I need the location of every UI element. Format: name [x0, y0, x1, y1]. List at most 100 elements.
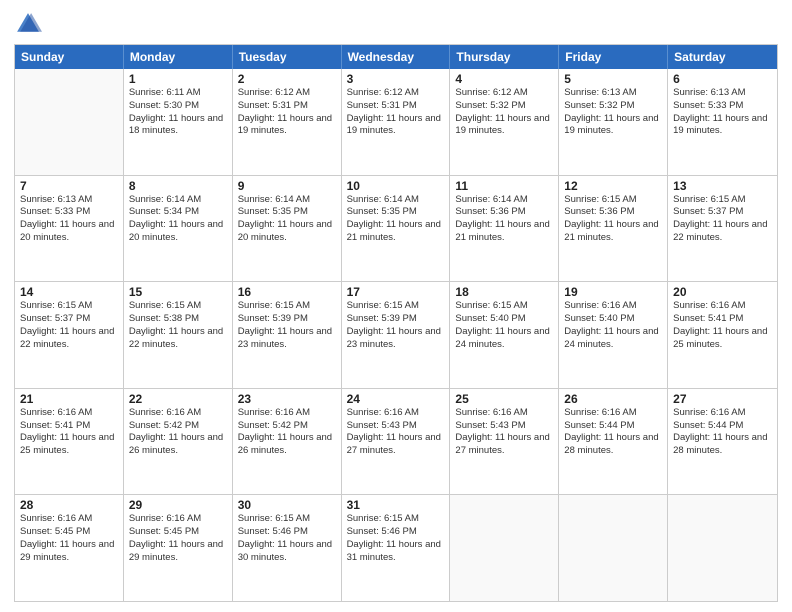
day-info: Sunrise: 6:16 AM Sunset: 5:42 PM Dayligh… — [238, 407, 336, 458]
day-info: Sunrise: 6:16 AM Sunset: 5:44 PM Dayligh… — [564, 407, 662, 458]
day-number: 23 — [238, 392, 336, 406]
calendar: SundayMondayTuesdayWednesdayThursdayFrid… — [14, 44, 778, 602]
day-info: Sunrise: 6:14 AM Sunset: 5:34 PM Dayligh… — [129, 194, 227, 245]
calendar-cell: 11Sunrise: 6:14 AM Sunset: 5:36 PM Dayli… — [450, 176, 559, 282]
day-info: Sunrise: 6:15 AM Sunset: 5:38 PM Dayligh… — [129, 300, 227, 351]
day-number: 13 — [673, 179, 772, 193]
calendar-cell: 9Sunrise: 6:14 AM Sunset: 5:35 PM Daylig… — [233, 176, 342, 282]
day-info: Sunrise: 6:16 AM Sunset: 5:45 PM Dayligh… — [20, 513, 118, 564]
day-number: 6 — [673, 72, 772, 86]
day-info: Sunrise: 6:15 AM Sunset: 5:36 PM Dayligh… — [564, 194, 662, 245]
day-number: 9 — [238, 179, 336, 193]
day-number: 27 — [673, 392, 772, 406]
day-number: 11 — [455, 179, 553, 193]
calendar-cell: 29Sunrise: 6:16 AM Sunset: 5:45 PM Dayli… — [124, 495, 233, 601]
calendar-row: 1Sunrise: 6:11 AM Sunset: 5:30 PM Daylig… — [15, 69, 777, 175]
day-info: Sunrise: 6:16 AM Sunset: 5:45 PM Dayligh… — [129, 513, 227, 564]
day-number: 19 — [564, 285, 662, 299]
day-number: 21 — [20, 392, 118, 406]
header-day: Saturday — [668, 45, 777, 69]
day-info: Sunrise: 6:12 AM Sunset: 5:31 PM Dayligh… — [238, 87, 336, 138]
day-info: Sunrise: 6:16 AM Sunset: 5:43 PM Dayligh… — [347, 407, 445, 458]
day-info: Sunrise: 6:15 AM Sunset: 5:46 PM Dayligh… — [347, 513, 445, 564]
day-info: Sunrise: 6:16 AM Sunset: 5:40 PM Dayligh… — [564, 300, 662, 351]
calendar-cell: 28Sunrise: 6:16 AM Sunset: 5:45 PM Dayli… — [15, 495, 124, 601]
calendar-cell: 17Sunrise: 6:15 AM Sunset: 5:39 PM Dayli… — [342, 282, 451, 388]
header-day: Friday — [559, 45, 668, 69]
calendar-cell: 18Sunrise: 6:15 AM Sunset: 5:40 PM Dayli… — [450, 282, 559, 388]
header-day: Thursday — [450, 45, 559, 69]
calendar-cell: 15Sunrise: 6:15 AM Sunset: 5:38 PM Dayli… — [124, 282, 233, 388]
logo — [14, 10, 46, 38]
calendar-cell: 6Sunrise: 6:13 AM Sunset: 5:33 PM Daylig… — [668, 69, 777, 175]
calendar-cell — [668, 495, 777, 601]
day-info: Sunrise: 6:14 AM Sunset: 5:35 PM Dayligh… — [347, 194, 445, 245]
day-info: Sunrise: 6:15 AM Sunset: 5:39 PM Dayligh… — [347, 300, 445, 351]
calendar-cell: 2Sunrise: 6:12 AM Sunset: 5:31 PM Daylig… — [233, 69, 342, 175]
day-info: Sunrise: 6:13 AM Sunset: 5:33 PM Dayligh… — [673, 87, 772, 138]
calendar-cell: 10Sunrise: 6:14 AM Sunset: 5:35 PM Dayli… — [342, 176, 451, 282]
day-info: Sunrise: 6:11 AM Sunset: 5:30 PM Dayligh… — [129, 87, 227, 138]
day-info: Sunrise: 6:15 AM Sunset: 5:46 PM Dayligh… — [238, 513, 336, 564]
header-day: Monday — [124, 45, 233, 69]
calendar-cell — [15, 69, 124, 175]
day-number: 30 — [238, 498, 336, 512]
calendar-cell: 25Sunrise: 6:16 AM Sunset: 5:43 PM Dayli… — [450, 389, 559, 495]
day-number: 26 — [564, 392, 662, 406]
day-info: Sunrise: 6:16 AM Sunset: 5:41 PM Dayligh… — [673, 300, 772, 351]
day-number: 17 — [347, 285, 445, 299]
calendar-cell: 20Sunrise: 6:16 AM Sunset: 5:41 PM Dayli… — [668, 282, 777, 388]
page: SundayMondayTuesdayWednesdayThursdayFrid… — [0, 0, 792, 612]
header — [14, 10, 778, 38]
calendar-header: SundayMondayTuesdayWednesdayThursdayFrid… — [15, 45, 777, 69]
day-number: 3 — [347, 72, 445, 86]
header-day: Wednesday — [342, 45, 451, 69]
header-day: Sunday — [15, 45, 124, 69]
day-number: 15 — [129, 285, 227, 299]
day-number: 7 — [20, 179, 118, 193]
header-day: Tuesday — [233, 45, 342, 69]
calendar-cell: 13Sunrise: 6:15 AM Sunset: 5:37 PM Dayli… — [668, 176, 777, 282]
day-info: Sunrise: 6:15 AM Sunset: 5:37 PM Dayligh… — [673, 194, 772, 245]
day-info: Sunrise: 6:15 AM Sunset: 5:37 PM Dayligh… — [20, 300, 118, 351]
day-number: 29 — [129, 498, 227, 512]
calendar-cell: 23Sunrise: 6:16 AM Sunset: 5:42 PM Dayli… — [233, 389, 342, 495]
logo-icon — [14, 10, 42, 38]
day-number: 20 — [673, 285, 772, 299]
day-info: Sunrise: 6:16 AM Sunset: 5:44 PM Dayligh… — [673, 407, 772, 458]
calendar-body: 1Sunrise: 6:11 AM Sunset: 5:30 PM Daylig… — [15, 69, 777, 601]
day-number: 10 — [347, 179, 445, 193]
calendar-row: 28Sunrise: 6:16 AM Sunset: 5:45 PM Dayli… — [15, 494, 777, 601]
day-info: Sunrise: 6:13 AM Sunset: 5:32 PM Dayligh… — [564, 87, 662, 138]
calendar-row: 7Sunrise: 6:13 AM Sunset: 5:33 PM Daylig… — [15, 175, 777, 282]
calendar-cell: 3Sunrise: 6:12 AM Sunset: 5:31 PM Daylig… — [342, 69, 451, 175]
day-info: Sunrise: 6:15 AM Sunset: 5:39 PM Dayligh… — [238, 300, 336, 351]
calendar-cell: 19Sunrise: 6:16 AM Sunset: 5:40 PM Dayli… — [559, 282, 668, 388]
calendar-cell: 31Sunrise: 6:15 AM Sunset: 5:46 PM Dayli… — [342, 495, 451, 601]
calendar-cell — [450, 495, 559, 601]
day-info: Sunrise: 6:16 AM Sunset: 5:41 PM Dayligh… — [20, 407, 118, 458]
day-info: Sunrise: 6:16 AM Sunset: 5:43 PM Dayligh… — [455, 407, 553, 458]
day-info: Sunrise: 6:15 AM Sunset: 5:40 PM Dayligh… — [455, 300, 553, 351]
calendar-cell: 5Sunrise: 6:13 AM Sunset: 5:32 PM Daylig… — [559, 69, 668, 175]
calendar-cell: 30Sunrise: 6:15 AM Sunset: 5:46 PM Dayli… — [233, 495, 342, 601]
calendar-cell: 4Sunrise: 6:12 AM Sunset: 5:32 PM Daylig… — [450, 69, 559, 175]
day-number: 2 — [238, 72, 336, 86]
day-info: Sunrise: 6:12 AM Sunset: 5:32 PM Dayligh… — [455, 87, 553, 138]
calendar-cell — [559, 495, 668, 601]
day-number: 25 — [455, 392, 553, 406]
calendar-cell: 27Sunrise: 6:16 AM Sunset: 5:44 PM Dayli… — [668, 389, 777, 495]
calendar-cell: 1Sunrise: 6:11 AM Sunset: 5:30 PM Daylig… — [124, 69, 233, 175]
day-number: 31 — [347, 498, 445, 512]
day-number: 28 — [20, 498, 118, 512]
calendar-cell: 12Sunrise: 6:15 AM Sunset: 5:36 PM Dayli… — [559, 176, 668, 282]
calendar-row: 14Sunrise: 6:15 AM Sunset: 5:37 PM Dayli… — [15, 281, 777, 388]
day-number: 5 — [564, 72, 662, 86]
calendar-cell: 24Sunrise: 6:16 AM Sunset: 5:43 PM Dayli… — [342, 389, 451, 495]
day-info: Sunrise: 6:12 AM Sunset: 5:31 PM Dayligh… — [347, 87, 445, 138]
calendar-cell: 14Sunrise: 6:15 AM Sunset: 5:37 PM Dayli… — [15, 282, 124, 388]
calendar-cell: 7Sunrise: 6:13 AM Sunset: 5:33 PM Daylig… — [15, 176, 124, 282]
day-number: 4 — [455, 72, 553, 86]
day-number: 22 — [129, 392, 227, 406]
day-number: 18 — [455, 285, 553, 299]
